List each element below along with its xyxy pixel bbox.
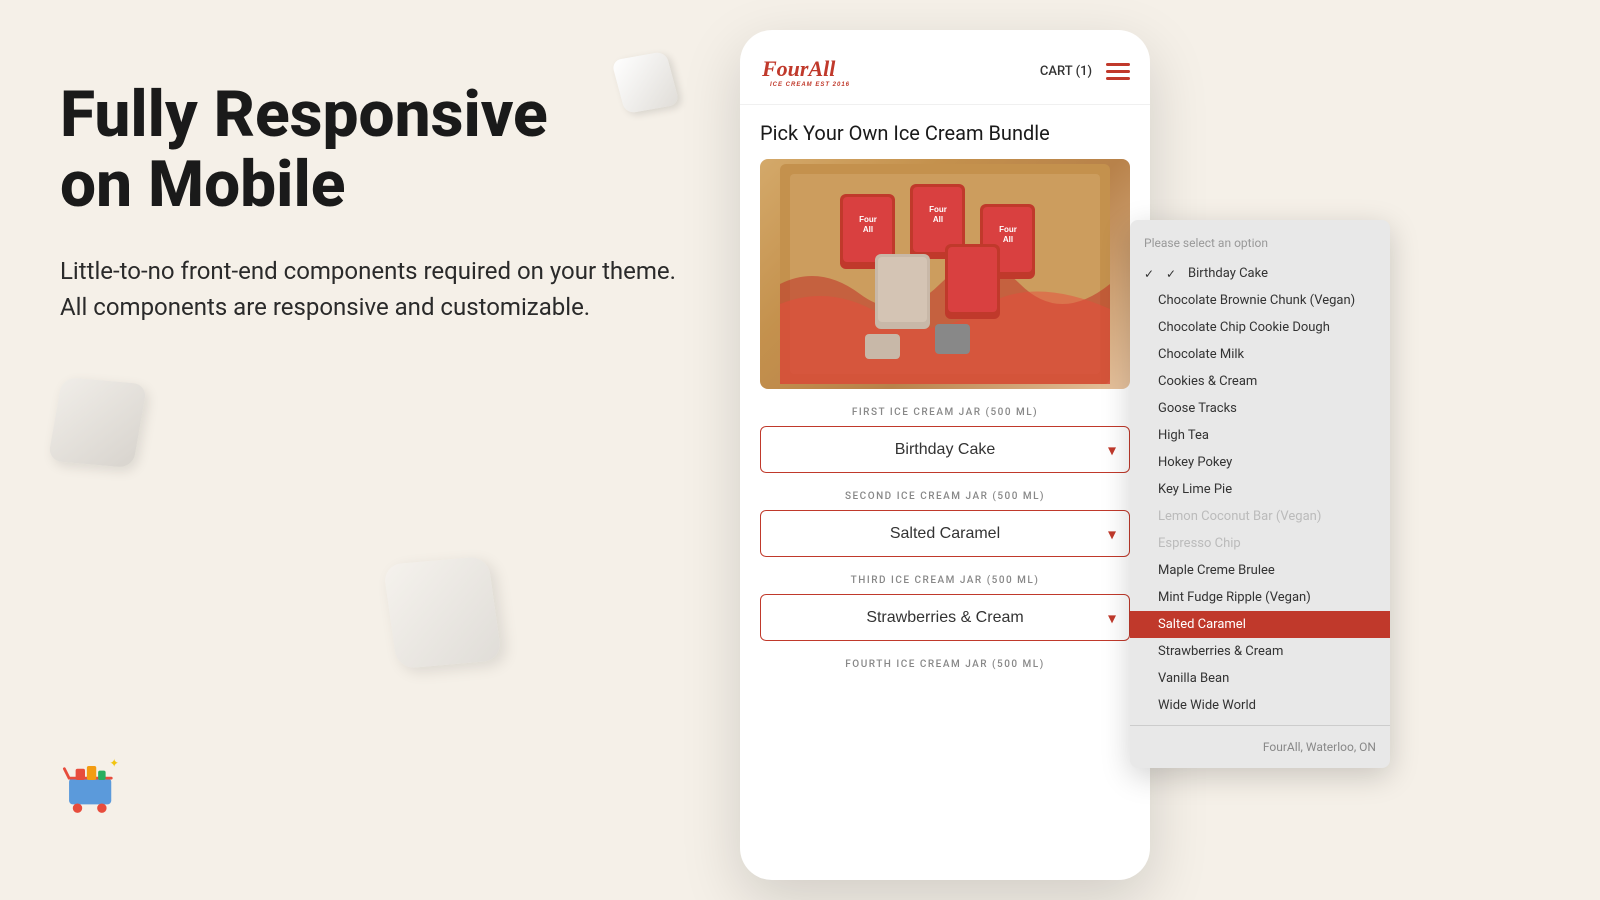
jar4-label: FOURTH ICE CREAM JAR (500 ML) — [760, 659, 1130, 670]
jar1-select[interactable]: Birthday Cake — [760, 426, 1130, 473]
item-label: Salted Caramel — [1158, 617, 1246, 632]
dropdown-item-vanilla[interactable]: Vanilla Bean — [1130, 665, 1390, 692]
jar2-select-wrapper: Salted Caramel ▾ — [760, 510, 1130, 557]
dropdown-item-hokey-pokey[interactable]: Hokey Pokey — [1130, 449, 1390, 476]
dropdown-item-choc-chip[interactable]: Chocolate Chip Cookie Dough — [1130, 314, 1390, 341]
dropdown-item-choc-milk[interactable]: Chocolate Milk — [1130, 341, 1390, 368]
jar2-select[interactable]: Salted Caramel — [760, 510, 1130, 557]
cube-medium — [48, 377, 148, 468]
jar1-select-wrapper: Birthday Cake ▾ — [760, 426, 1130, 473]
cart-svg: ✦ — [55, 750, 130, 825]
dropdown-item-maple[interactable]: Maple Creme Brulee — [1130, 557, 1390, 584]
svg-text:✦: ✦ — [109, 757, 118, 770]
dropdown-item-key-lime[interactable]: Key Lime Pie — [1130, 476, 1390, 503]
dropdown-panel: Please select an option ✓ Birthday Cake … — [1130, 220, 1390, 768]
dropdown-item-strawberries[interactable]: Strawberries & Cream — [1130, 638, 1390, 665]
cube-small — [611, 51, 680, 114]
item-label: Chocolate Chip Cookie Dough — [1158, 320, 1330, 335]
cube-decoration-mid-center — [390, 560, 510, 680]
dropdown-footer: FourAll, Waterloo, ON — [1130, 725, 1390, 758]
cart-label[interactable]: CART (1) — [1040, 64, 1092, 79]
jar3-label: THIRD ICE CREAM JAR (500 ML) — [760, 575, 1130, 586]
item-label: Wide Wide World — [1158, 698, 1256, 713]
svg-text:Four: Four — [929, 205, 947, 214]
dropdown-item-choc-brownie[interactable]: Chocolate Brownie Chunk (Vegan) — [1130, 287, 1390, 314]
dropdown-item-salted-caramel[interactable]: Salted Caramel — [1130, 611, 1390, 638]
product-image-svg: Four All Four All Four All — [780, 164, 1110, 384]
dropdown-item-goose-tracks[interactable]: Goose Tracks — [1130, 395, 1390, 422]
logo-text: FourAll ICE CREAM EST 2016 — [760, 48, 850, 94]
dropdown-item-wide-world[interactable]: Wide Wide World — [1130, 692, 1390, 719]
item-label: Strawberries & Cream — [1158, 644, 1283, 659]
dropdown-item-birthday-cake[interactable]: ✓ Birthday Cake — [1130, 260, 1390, 287]
dropdown-item-high-tea[interactable]: High Tea — [1130, 422, 1390, 449]
jar1-label: FIRST ICE CREAM JAR (500 ML) — [760, 407, 1130, 418]
svg-text:ICE CREAM EST 2016: ICE CREAM EST 2016 — [770, 82, 850, 88]
phone-header: FourAll ICE CREAM EST 2016 CART (1) — [740, 30, 1150, 105]
bundle-title: Pick Your Own Ice Cream Bundle — [760, 121, 1130, 145]
main-heading: Fully Responsive on Mobile — [60, 80, 680, 221]
hamburger-line-2 — [1106, 70, 1130, 73]
header-right: CART (1) — [1040, 63, 1130, 80]
item-label: Mint Fudge Ripple (Vegan) — [1158, 590, 1311, 605]
jar3-select[interactable]: Strawberries & Cream — [760, 594, 1130, 641]
check-icon: ✓ — [1166, 267, 1180, 281]
svg-text:All: All — [1003, 235, 1013, 244]
cube-large — [383, 556, 502, 669]
item-label: Key Lime Pie — [1158, 482, 1232, 497]
logo-container: FourAll ICE CREAM EST 2016 — [760, 48, 850, 94]
dropdown-item-lemon-coconut: Lemon Coconut Bar (Vegan) — [1130, 503, 1390, 530]
phone-mockup: FourAll ICE CREAM EST 2016 CART (1) Pick… — [740, 30, 1150, 880]
svg-text:Four: Four — [859, 215, 877, 224]
item-label: Cookies & Cream — [1158, 374, 1257, 389]
dropdown-item-mint-fudge[interactable]: Mint Fudge Ripple (Vegan) — [1130, 584, 1390, 611]
heading-line2: on Mobile — [60, 147, 345, 222]
jar3-select-wrapper: Strawberries & Cream ▾ — [760, 594, 1130, 641]
dropdown-header: Please select an option — [1130, 230, 1390, 260]
svg-text:Four: Four — [999, 225, 1017, 234]
hamburger-menu[interactable] — [1106, 63, 1130, 80]
cube-decoration-mid-left — [55, 380, 155, 480]
dropdown-item-espresso: Espresso Chip — [1130, 530, 1390, 557]
jar2-label: SECOND ICE CREAM JAR (500 ML) — [760, 491, 1130, 502]
hamburger-line-3 — [1106, 77, 1130, 80]
cart-icon-decoration: ✦ — [55, 750, 135, 830]
dropdown-item-cookies-cream[interactable]: Cookies & Cream — [1130, 368, 1390, 395]
item-label: Lemon Coconut Bar (Vegan) — [1158, 509, 1321, 524]
heading-line1: Fully Responsive — [60, 77, 548, 152]
description-text: Little-to-no front-end components requir… — [60, 253, 680, 325]
item-label: Espresso Chip — [1158, 536, 1241, 551]
svg-text:All: All — [933, 215, 943, 224]
item-label: Goose Tracks — [1158, 401, 1237, 416]
item-label: Chocolate Milk — [1158, 347, 1244, 362]
phone-content: Pick Your Own Ice Cream Bundle Four All … — [740, 105, 1150, 880]
svg-text:All: All — [863, 225, 873, 234]
item-label: Hokey Pokey — [1158, 455, 1232, 470]
cube-decoration-top — [618, 55, 683, 120]
svg-text:FourAll: FourAll — [761, 56, 836, 81]
item-label: High Tea — [1158, 428, 1209, 443]
item-label: Chocolate Brownie Chunk (Vegan) — [1158, 293, 1355, 308]
item-label: Birthday Cake — [1188, 266, 1268, 281]
product-image: Four All Four All Four All — [760, 159, 1130, 389]
hamburger-line-1 — [1106, 63, 1130, 66]
left-content: Fully Responsive on Mobile Little-to-no … — [60, 80, 680, 325]
item-label: Maple Creme Brulee — [1158, 563, 1275, 578]
fourall-logo: FourAll ICE CREAM EST 2016 — [760, 48, 850, 88]
item-label: Vanilla Bean — [1158, 671, 1229, 686]
